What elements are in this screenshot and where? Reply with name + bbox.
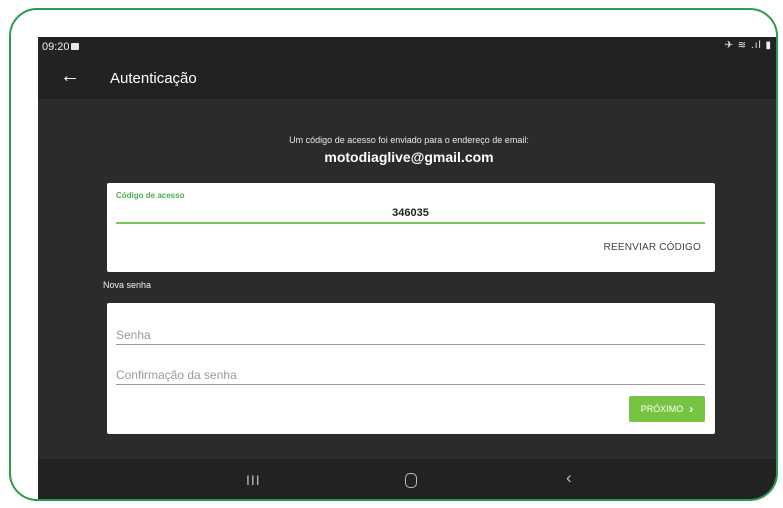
- system-nav-bar: III ‹: [38, 459, 776, 499]
- info-message: Um código de acesso foi enviado para o e…: [289, 135, 529, 145]
- device-screen: 09:20 ✈ ≋ .ıl ▮ ← Autenticação Um código…: [38, 37, 776, 499]
- password-confirmation-field[interactable]: [116, 366, 705, 385]
- new-password-card: PRÓXIMO ›: [107, 303, 715, 434]
- nav-back-icon[interactable]: ‹: [566, 468, 572, 488]
- home-icon[interactable]: [405, 473, 417, 488]
- back-arrow-icon[interactable]: ←: [60, 65, 80, 88]
- status-icons: ✈ ≋ .ıl ▮: [724, 40, 772, 51]
- recent-apps-icon[interactable]: III: [246, 472, 261, 488]
- next-button[interactable]: PRÓXIMO ›: [629, 396, 705, 422]
- access-code-input[interactable]: [116, 204, 705, 224]
- device-frame: 09:20 ✈ ≋ .ıl ▮ ← Autenticação Um código…: [9, 8, 778, 501]
- info-email: motodiaglive@gmail.com: [324, 149, 494, 165]
- status-time: 09:20: [42, 41, 70, 53]
- gallery-icon: [71, 43, 79, 50]
- status-bar: 09:20 ✈ ≋ .ıl ▮: [38, 37, 776, 59]
- info-block: Um código de acesso foi enviado para o e…: [38, 135, 776, 165]
- resend-code-button[interactable]: REENVIAR CÓDIGO: [604, 242, 701, 253]
- access-code-label: Código de acesso: [116, 191, 185, 200]
- next-button-label: PRÓXIMO: [640, 404, 684, 414]
- page-title: Autenticação: [110, 70, 197, 87]
- access-code-card: Código de acesso REENVIAR CÓDIGO: [107, 183, 715, 272]
- password-field[interactable]: [116, 326, 705, 345]
- app-bar: ← Autenticação: [38, 59, 776, 99]
- chevron-right-icon: ›: [689, 402, 694, 416]
- new-password-heading: Nova senha: [103, 280, 152, 290]
